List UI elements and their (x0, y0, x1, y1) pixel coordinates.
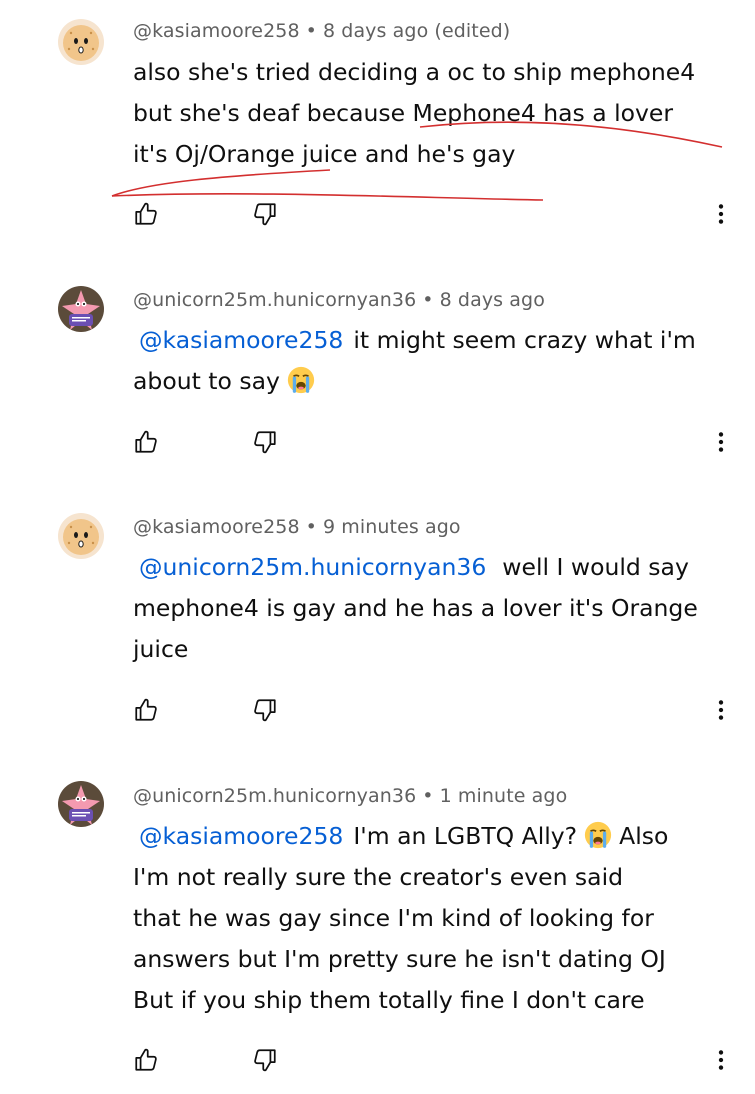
comment-time[interactable]: 9 minutes ago (323, 516, 461, 538)
comment-text: also she's tried deciding a oc to ship m… (133, 52, 733, 175)
author-name[interactable]: @unicorn25m.hunicornyan36 (133, 289, 416, 311)
patrick-star-avatar-icon (58, 286, 104, 332)
mention-link[interactable]: @unicorn25m.hunicornyan36 (139, 553, 486, 581)
comment-text: @unicorn25m.hunicornyan36 well I would sa… (133, 547, 733, 670)
comment-line-text: about to say (133, 367, 280, 395)
comment-line: about to say (133, 361, 733, 402)
comment-line: mephone4 is gay and he has a lover it's … (133, 594, 698, 622)
more-vert-icon (708, 1047, 734, 1073)
thumbs-up-icon (133, 201, 159, 227)
comment-line: that he was gay since I'm kind of lookin… (133, 904, 654, 932)
comment-line-text: Also (619, 822, 669, 850)
thumbs-up-icon (133, 429, 159, 455)
avatar[interactable] (58, 781, 104, 827)
comment-line: juice (133, 635, 189, 663)
author-name[interactable]: @kasiamoore258 (133, 516, 300, 538)
comment-line: @kasiamoore258 I'm an LGBTQ Ally? Also (133, 816, 733, 857)
like-button[interactable] (126, 690, 166, 730)
comment-meta: @kasiamoore258 • 8 days ago (edited) (133, 20, 510, 42)
cracker-face-avatar-icon (58, 513, 104, 559)
dislike-button[interactable] (245, 194, 285, 234)
comment-line: I'm not really sure the creator's even s… (133, 863, 624, 891)
avatar[interactable] (58, 19, 104, 65)
author-name[interactable]: @kasiamoore258 (133, 20, 300, 42)
loudly-crying-face-icon (583, 820, 613, 850)
more-vert-icon (708, 201, 734, 227)
more-vert-icon (708, 429, 734, 455)
comment-line-text: well I would say (502, 553, 689, 581)
more-options-button[interactable] (701, 690, 741, 730)
comment-time[interactable]: 8 days ago (edited) (323, 20, 510, 42)
comment-text: @kasiamoore258 it might seem crazy what i… (133, 320, 733, 402)
loudly-crying-face-icon (286, 365, 316, 395)
thumbs-down-icon (252, 201, 278, 227)
comment-line-text: I'm an LGBTQ Ally? (353, 822, 578, 850)
comment-line: But if you ship them totally fine I don'… (133, 986, 645, 1014)
mention-link[interactable]: @kasiamoore258 (139, 326, 343, 354)
more-options-button[interactable] (701, 1040, 741, 1080)
comment-actions (0, 690, 755, 730)
comment-line: also she's tried deciding a oc to ship m… (133, 58, 696, 86)
separator: • (422, 785, 434, 807)
more-options-button[interactable] (701, 194, 741, 234)
comment-line: @kasiamoore258 it might seem crazy what i… (133, 320, 733, 361)
comment-meta: @unicorn25m.hunicornyan36 • 1 minute ago (133, 785, 567, 807)
thumbs-up-icon (133, 1047, 159, 1073)
comment-meta: @unicorn25m.hunicornyan36 • 8 days ago (133, 289, 545, 311)
avatar[interactable] (58, 286, 104, 332)
thumbs-down-icon (252, 697, 278, 723)
like-button[interactable] (126, 194, 166, 234)
separator: • (422, 289, 434, 311)
like-button[interactable] (126, 422, 166, 462)
like-button[interactable] (126, 1040, 166, 1080)
separator: • (305, 20, 317, 42)
comment-actions (0, 422, 755, 462)
dislike-button[interactable] (245, 1040, 285, 1080)
comment-line: it's Oj/Orange juice and he's gay (133, 140, 516, 168)
mention-link[interactable]: @kasiamoore258 (139, 822, 343, 850)
comment-time[interactable]: 1 minute ago (440, 785, 568, 807)
more-vert-icon (708, 697, 734, 723)
comment-line: answers but I'm pretty sure he isn't dat… (133, 945, 666, 973)
author-name[interactable]: @unicorn25m.hunicornyan36 (133, 785, 416, 807)
more-options-button[interactable] (701, 422, 741, 462)
dislike-button[interactable] (245, 422, 285, 462)
comment-line: @unicorn25m.hunicornyan36 well I would sa… (133, 547, 733, 588)
cracker-face-avatar-icon (58, 19, 104, 65)
comment-line-text: it might seem crazy what i'm (353, 326, 696, 354)
thumbs-down-icon (252, 429, 278, 455)
comment-text: @kasiamoore258 I'm an LGBTQ Ally? Also I'm… (133, 816, 733, 1021)
avatar[interactable] (58, 513, 104, 559)
comment-actions (0, 1040, 755, 1080)
thumbs-up-icon (133, 697, 159, 723)
thumbs-down-icon (252, 1047, 278, 1073)
dislike-button[interactable] (245, 690, 285, 730)
comment-line: but she's deaf because Mephone4 has a lo… (133, 99, 674, 127)
separator: • (305, 516, 317, 538)
patrick-star-avatar-icon (58, 781, 104, 827)
comment-actions (0, 194, 755, 234)
comment-meta: @kasiamoore258 • 9 minutes ago (133, 516, 461, 538)
comment-time[interactable]: 8 days ago (440, 289, 545, 311)
